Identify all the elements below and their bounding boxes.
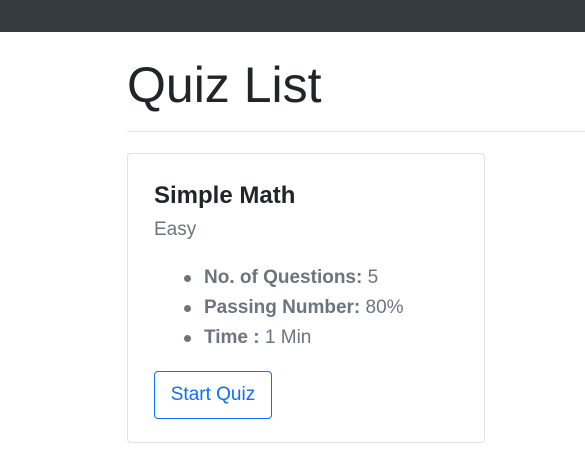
- start-quiz-button[interactable]: Start Quiz: [154, 371, 272, 419]
- top-navbar: [0, 0, 585, 32]
- bullet-icon: [184, 335, 191, 342]
- quiz-difficulty: Easy: [154, 219, 197, 240]
- detail-value: 80%: [365, 297, 404, 318]
- detail-label: Passing Number:: [204, 297, 361, 318]
- detail-item-passing-number: Passing Number: 80%: [154, 293, 404, 323]
- quiz-card: Simple Math Easy No. of Questions: 5 Pas…: [127, 153, 485, 443]
- quiz-title: Simple Math: [154, 182, 296, 209]
- title-divider: [127, 131, 585, 132]
- detail-label: No. of Questions:: [204, 267, 363, 288]
- page-title: Quiz List: [127, 57, 322, 113]
- detail-label: Time :: [204, 327, 260, 348]
- detail-value: 1 Min: [264, 327, 312, 348]
- bullet-icon: [184, 275, 191, 282]
- bullet-icon: [184, 305, 191, 312]
- detail-value: 5: [367, 267, 379, 288]
- quiz-details-list: No. of Questions: 5 Passing Number: 80% …: [154, 263, 404, 353]
- detail-item-questions: No. of Questions: 5: [154, 263, 404, 293]
- detail-item-time: Time : 1 Min: [154, 323, 404, 353]
